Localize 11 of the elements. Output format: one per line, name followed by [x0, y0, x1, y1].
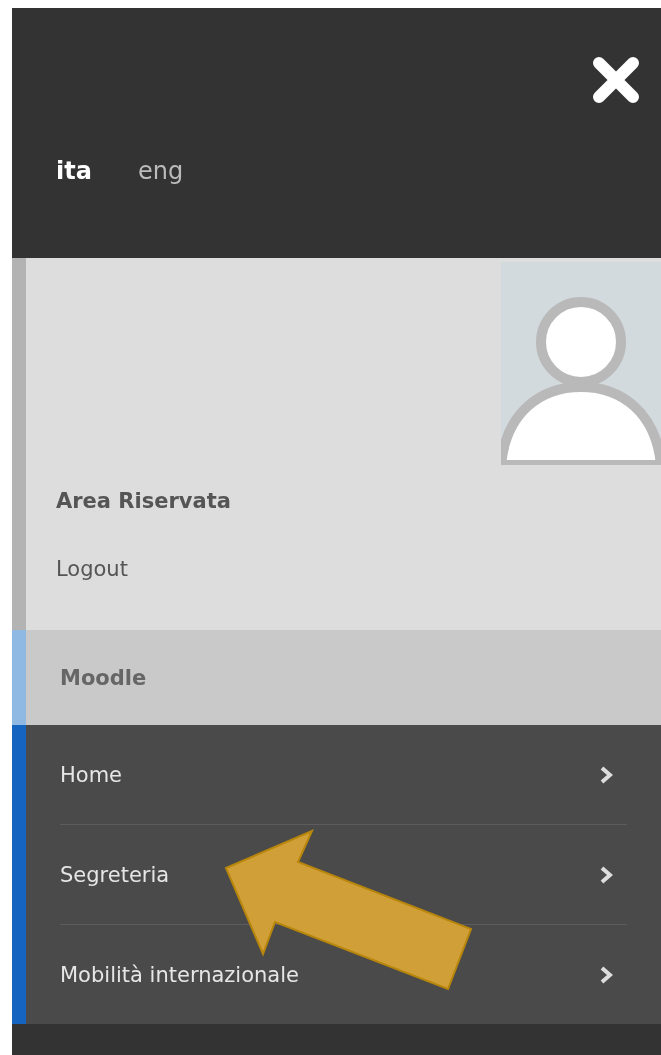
chevron-icon — [599, 964, 613, 985]
language-tab[interactable]: ita — [56, 157, 92, 185]
chevron-icon — [599, 864, 613, 885]
menu-item[interactable]: Home — [60, 725, 627, 825]
language-tab[interactable]: eng — [137, 157, 184, 185]
section-title: Moodle — [60, 665, 147, 690]
chevron-icon — [599, 764, 613, 785]
menu-item[interactable]: Mobilità internazionale — [60, 925, 627, 1024]
logout-link[interactable]: Logout — [56, 557, 128, 581]
close-icon[interactable] — [591, 55, 641, 105]
profile-title: Area Riservata — [56, 489, 232, 513]
